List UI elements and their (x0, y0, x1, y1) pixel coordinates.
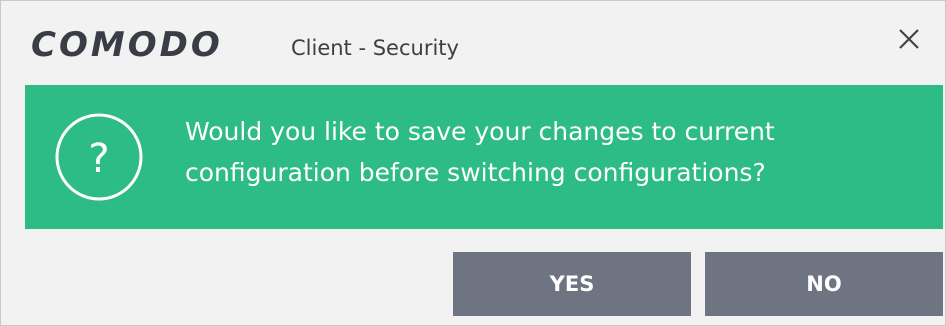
no-button[interactable]: NO (705, 252, 943, 316)
question-circle-icon: ? (55, 113, 143, 201)
brand-logo: COMODO (31, 25, 223, 65)
yes-button[interactable]: YES (453, 252, 691, 316)
message-banner: ? Would you like to save your changes to… (25, 85, 943, 229)
title-bar: COMODO Client - Security (1, 1, 945, 85)
close-button[interactable] (887, 21, 931, 61)
window-title: Client - Security (291, 36, 459, 60)
svg-text:?: ? (88, 136, 109, 182)
save-changes-dialog: COMODO Client - Security ? Would you lik… (0, 0, 946, 326)
confirmation-message: Would you like to save your changes to c… (185, 117, 775, 187)
close-x-icon (899, 29, 919, 49)
